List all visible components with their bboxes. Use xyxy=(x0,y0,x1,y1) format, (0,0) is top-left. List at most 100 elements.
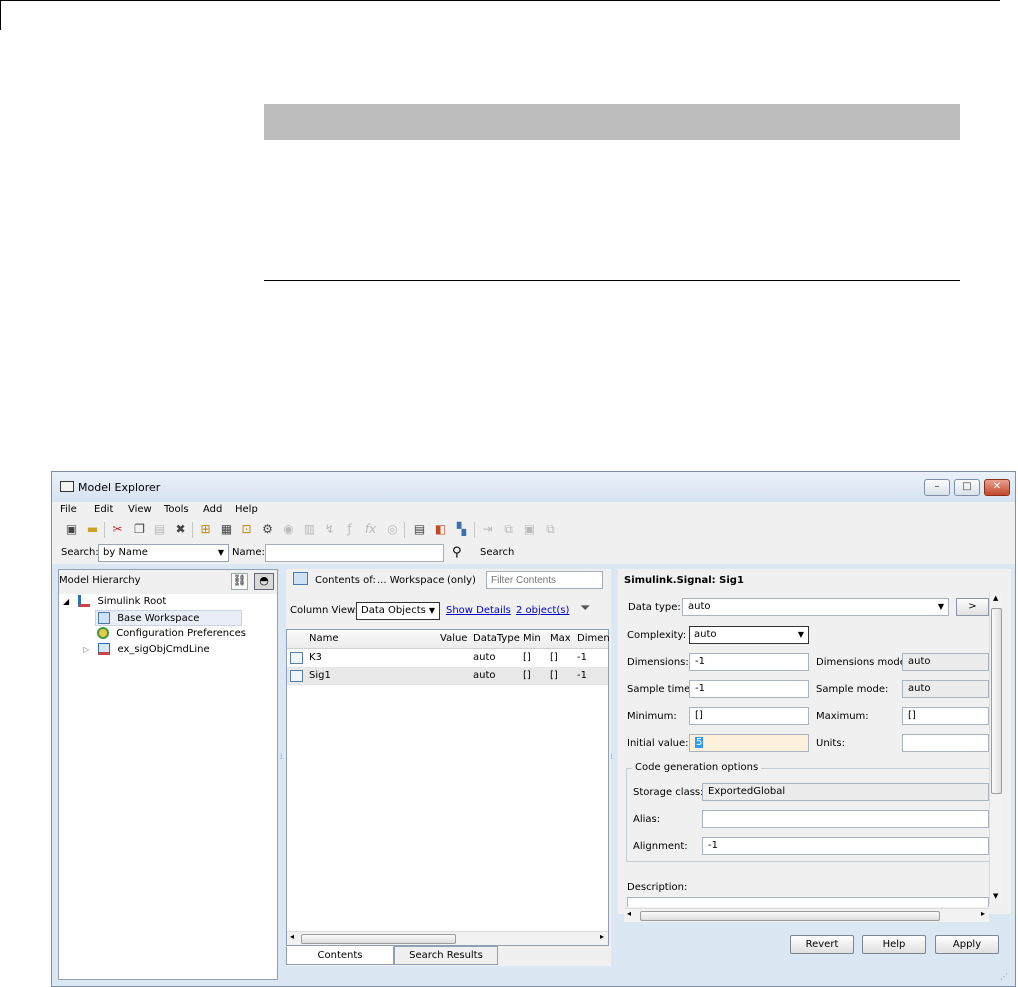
fx-icon[interactable]: fx xyxy=(363,522,378,537)
filter-contents-input[interactable] xyxy=(486,571,603,589)
tree-item-model[interactable]: ▷ ex_sigObjCmdLine xyxy=(83,642,210,658)
scroll-right-icon[interactable]: ▸ xyxy=(600,932,604,941)
dialog-horizontal-scrollbar[interactable]: ◂ ▸ xyxy=(624,908,989,922)
new-model-icon[interactable]: ▣ xyxy=(64,522,79,537)
alignment-input[interactable]: -1 xyxy=(702,837,989,855)
complexity-select[interactable]: auto ▼ xyxy=(689,626,809,644)
column-header-value[interactable]: Value xyxy=(440,633,467,644)
menu-edit[interactable]: Edit xyxy=(94,504,113,515)
add-parameter-icon[interactable]: ⊡ xyxy=(239,522,254,537)
search-name-input[interactable] xyxy=(265,544,444,562)
scroll-up-icon[interactable]: ▲ xyxy=(993,594,998,602)
data-type-assistant-button[interactable]: > xyxy=(956,598,989,616)
contents-horizontal-scrollbar[interactable]: ◂ ▸ xyxy=(287,931,608,945)
chevron-down-icon: ▼ xyxy=(428,606,435,615)
maximum-input[interactable]: [] xyxy=(902,707,989,725)
tree-collapsed-icon[interactable]: ▷ xyxy=(83,645,89,654)
units-label: Units: xyxy=(816,738,845,749)
dimensions-mode-select[interactable]: auto xyxy=(902,653,989,671)
delete-icon[interactable]: ✖ xyxy=(173,522,188,537)
forward-icon[interactable]: ⇥ xyxy=(480,522,495,537)
scroll-left-icon[interactable]: ◂ xyxy=(627,909,631,918)
close-button[interactable]: ✕ xyxy=(984,479,1010,496)
search-icon[interactable]: ⚲ xyxy=(452,545,462,560)
initial-value-input[interactable]: 5 xyxy=(689,734,809,752)
menu-view[interactable]: View xyxy=(128,504,152,515)
open-folder-icon[interactable]: ▬ xyxy=(85,522,100,537)
column-header-dimensions[interactable]: Dimen xyxy=(577,633,610,644)
table-row[interactable]: K3 auto [] [] -1 xyxy=(287,649,608,667)
apply-button[interactable]: Apply xyxy=(935,935,999,954)
alias-label: Alias: xyxy=(633,814,661,825)
minimize-button[interactable]: – xyxy=(924,479,950,496)
add-event-icon[interactable]: ↯ xyxy=(322,522,337,537)
menu-add[interactable]: Add xyxy=(203,504,222,515)
show-dialog-pane-icon[interactable]: ▤ xyxy=(412,522,427,537)
tab-search-results[interactable]: Search Results xyxy=(394,946,498,965)
revert-button[interactable]: Revert xyxy=(790,935,854,954)
link-icon[interactable]: ⛓ xyxy=(231,573,248,590)
import-icon[interactable]: ⧉ xyxy=(543,522,558,537)
add-matrix-icon[interactable]: ▦ xyxy=(219,522,234,537)
resize-grip-icon[interactable]: ⋰ xyxy=(1000,972,1008,981)
column-view-icon[interactable]: ▚ xyxy=(454,522,469,537)
contents-of-value[interactable]: ... Workspace xyxy=(377,575,444,586)
tree-item-simulink-root[interactable]: ◢ Simulink Root xyxy=(63,594,166,610)
column-view-select[interactable]: Data Objects ▼ xyxy=(356,602,440,620)
paste-icon[interactable]: ▤ xyxy=(152,522,167,537)
minimum-label: Minimum: xyxy=(627,711,677,722)
dimensions-input[interactable]: -1 xyxy=(689,653,809,671)
tab-contents[interactable]: Contents xyxy=(286,946,394,965)
tree-item-configuration-preferences[interactable]: Configuration Preferences xyxy=(97,626,246,642)
cut-icon[interactable]: ✂ xyxy=(110,522,125,537)
column-header-datatype[interactable]: DataType xyxy=(473,633,520,644)
units-input[interactable] xyxy=(902,734,989,752)
search-button[interactable]: Search xyxy=(480,547,514,558)
scroll-left-icon[interactable]: ◂ xyxy=(290,932,294,941)
add-variable-icon[interactable]: ⊞ xyxy=(198,522,213,537)
scroll-down-icon[interactable]: ▼ xyxy=(993,892,998,900)
add-configuration-icon[interactable]: ⚙ xyxy=(260,522,275,537)
description-textarea[interactable] xyxy=(627,897,989,907)
sample-mode-select[interactable]: auto xyxy=(902,680,989,698)
column-header-max[interactable]: Max xyxy=(550,633,571,644)
compare-icon[interactable]: ⧉ xyxy=(501,522,516,537)
search-label: Search: xyxy=(61,547,99,558)
show-hidden-icon[interactable]: ◓ xyxy=(254,573,274,590)
minimum-input[interactable]: [] xyxy=(689,707,809,725)
data-type-select[interactable]: auto ▼ xyxy=(682,598,949,616)
scrollbar-thumb[interactable] xyxy=(640,911,940,921)
dialog-vertical-scrollbar[interactable]: ▲ ▼ xyxy=(989,592,1003,904)
alias-input[interactable] xyxy=(702,810,989,828)
menu-help[interactable]: Help xyxy=(235,504,258,515)
column-header-name[interactable]: Name xyxy=(309,633,339,644)
filter-icon[interactable]: ⏷ xyxy=(580,601,590,616)
add-target-icon[interactable]: ◎ xyxy=(385,522,400,537)
search-by-select[interactable]: by Name ▼ xyxy=(98,544,229,562)
menu-tools[interactable]: Tools xyxy=(164,504,189,515)
model-explorer-window: Model Explorer – □ ✕ File Edit View Tool… xyxy=(51,471,1016,987)
add-object-icon[interactable]: ◉ xyxy=(281,522,296,537)
table-row[interactable]: Sig1 auto [] [] -1 xyxy=(287,667,608,685)
help-button[interactable]: Help xyxy=(862,935,926,954)
export-icon[interactable]: ▣ xyxy=(522,522,537,537)
menu-file[interactable]: File xyxy=(60,504,77,515)
show-details-link[interactable]: Show Details xyxy=(446,605,511,616)
tree-item-base-workspace[interactable]: Base Workspace xyxy=(95,610,242,626)
add-function-icon[interactable]: ƒ xyxy=(342,522,357,537)
sample-time-input[interactable]: -1 xyxy=(689,680,809,698)
properties-icon[interactable]: ◧ xyxy=(433,522,448,537)
storage-class-select[interactable]: ExportedGlobal xyxy=(702,783,989,801)
column-header-min[interactable]: Min xyxy=(523,633,541,644)
cell-max: [] xyxy=(550,670,558,681)
scroll-right-icon[interactable]: ▸ xyxy=(981,909,985,918)
scrollbar-thumb[interactable] xyxy=(991,608,1002,794)
copy-icon[interactable]: ❐ xyxy=(132,522,147,537)
right-splitter-handle[interactable]: ⁞ xyxy=(610,753,613,771)
maximize-button[interactable]: □ xyxy=(954,479,980,496)
scrollbar-thumb[interactable] xyxy=(301,934,456,944)
object-count-link[interactable]: 2 object(s) xyxy=(516,605,569,616)
page-left-rule xyxy=(0,0,1,30)
add-port-icon[interactable]: ▥ xyxy=(302,522,317,537)
left-splitter-handle[interactable]: ⁞ xyxy=(280,753,283,771)
